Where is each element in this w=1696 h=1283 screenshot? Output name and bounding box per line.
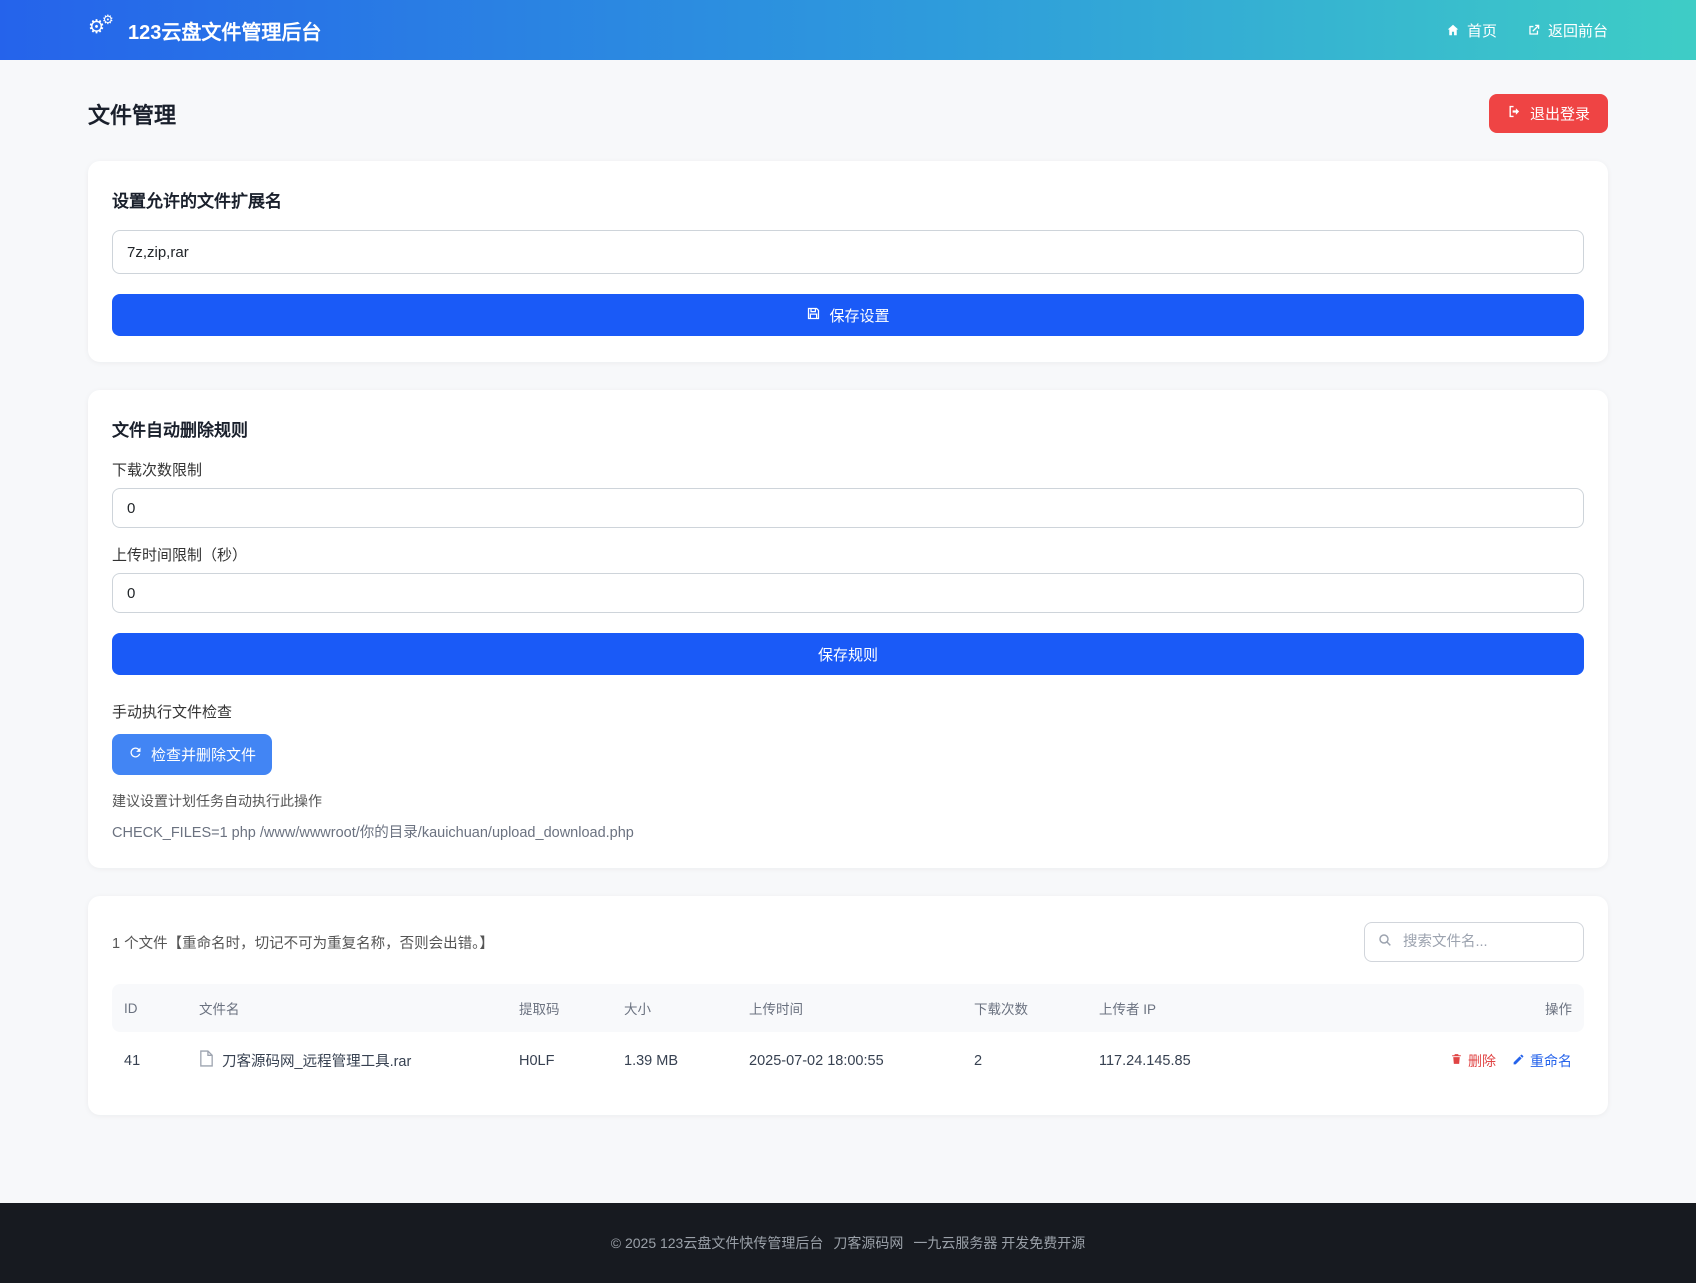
col-header-uploader-ip: 上传者 IP <box>1099 1002 1157 1017</box>
file-icon <box>199 1050 214 1071</box>
cell-actions: 删除 重命名 <box>1377 1033 1584 1089</box>
footer-copyright: © 2025 123云盘文件快传管理后台 <box>610 1235 824 1251</box>
col-header-size: 大小 <box>624 1002 651 1017</box>
upload-time-limit-input[interactable] <box>112 573 1584 613</box>
download-limit-label: 下载次数限制 <box>112 462 203 479</box>
delete-link[interactable]: 删除 <box>1450 1051 1496 1071</box>
search-icon <box>1377 932 1393 953</box>
trash-icon <box>1450 1052 1463 1069</box>
manual-check-label: 手动执行文件检查 <box>112 704 233 721</box>
check-delete-files-button[interactable]: 检查并删除文件 <box>112 734 273 775</box>
files-table: ID 文件名 提取码 大小 上传时间 下载次数 上传者 IP 操作 41 刀客源… <box>112 984 1584 1089</box>
rename-link[interactable]: 重命名 <box>1512 1051 1572 1071</box>
cron-command: CHECK_FILES=1 php /www/wwwroot/你的目录/kaui… <box>112 825 634 841</box>
files-toolbar: 1 个文件【重命名时，切记不可为重复名称，否则会出错。】 <box>112 922 1584 962</box>
app-brand: ⚙ ⚙ 123云盘文件管理后台 <box>88 12 322 45</box>
top-navbar: ⚙ ⚙ 123云盘文件管理后台 首页 返回前台 <box>0 0 1696 60</box>
home-icon <box>1446 23 1460 37</box>
download-limit-input[interactable] <box>112 488 1584 528</box>
gears-icon: ⚙ ⚙ <box>88 12 114 38</box>
extensions-heading: 设置允许的文件扩展名 <box>112 192 282 211</box>
search-input[interactable] <box>1401 933 1571 951</box>
logout-button[interactable]: 退出登录 <box>1488 94 1608 133</box>
footer-link-source[interactable]: 刀客源码网 <box>833 1233 903 1253</box>
rules-heading: 文件自动删除规则 <box>112 421 248 440</box>
extensions-card: 设置允许的文件扩展名 保存设置 <box>88 161 1608 362</box>
col-header-id: ID <box>124 1000 138 1016</box>
cell-filename: 刀客源码网_远程管理工具.rar <box>187 1032 507 1089</box>
sign-out-icon <box>1507 104 1522 123</box>
cell-size: 1.39 MB <box>624 1052 678 1069</box>
col-header-upload-time: 上传时间 <box>749 1002 803 1017</box>
upload-time-limit-label: 上传时间限制（秒） <box>112 547 248 564</box>
page-footer: © 2025 123云盘文件快传管理后台 刀客源码网 一九云服务器 开发免费开源 <box>0 1203 1696 1283</box>
col-header-actions: 操作 <box>1545 1002 1572 1017</box>
col-header-code: 提取码 <box>519 1002 560 1017</box>
files-table-header: ID 文件名 提取码 大小 上传时间 下载次数 上传者 IP 操作 <box>112 984 1584 1032</box>
footer-link-server[interactable]: 一九云服务器 开发免费开源 <box>913 1233 1085 1253</box>
pencil-icon <box>1512 1053 1525 1069</box>
external-link-icon <box>1527 23 1541 37</box>
refresh-icon <box>128 745 143 764</box>
cell-id: 41 <box>124 1052 141 1069</box>
save-rules-button[interactable]: 保存规则 <box>112 633 1584 675</box>
auto-delete-rules-card: 文件自动删除规则 下载次数限制 上传时间限制（秒） 保存规则 手动执行文件检查 … <box>88 390 1608 868</box>
cron-hint: 建议设置计划任务自动执行此操作 <box>112 793 322 809</box>
navbar-links: 首页 返回前台 <box>1446 20 1608 41</box>
save-settings-button[interactable]: 保存设置 <box>112 294 1584 336</box>
files-card: 1 个文件【重命名时，切记不可为重复名称，否则会出错。】 ID 文件名 提取码 … <box>88 896 1608 1115</box>
cell-downloads: 2 <box>974 1052 983 1069</box>
app-title: 123云盘文件管理后台 <box>128 21 322 44</box>
nav-home-link[interactable]: 首页 <box>1446 20 1497 41</box>
page-title: 文件管理 <box>88 102 177 128</box>
save-icon <box>806 306 821 325</box>
col-header-downloads: 下载次数 <box>974 1002 1028 1017</box>
cell-code: H0LF <box>519 1052 555 1069</box>
col-header-filename: 文件名 <box>199 1002 240 1017</box>
table-row: 41 刀客源码网_远程管理工具.rar H0LF 1.39 MB 2025-07… <box>112 1032 1584 1089</box>
cell-uploader-ip: 117.24.145.85 <box>1099 1052 1191 1069</box>
extensions-input[interactable] <box>112 230 1584 274</box>
search-box <box>1364 922 1584 962</box>
page-header: 文件管理 退出登录 <box>88 94 1608 133</box>
cell-upload-time: 2025-07-02 18:00:55 <box>749 1052 884 1069</box>
files-summary: 1 个文件【重命名时，切记不可为重复名称，否则会出错。】 <box>112 935 494 952</box>
nav-back-frontend-link[interactable]: 返回前台 <box>1527 20 1608 41</box>
